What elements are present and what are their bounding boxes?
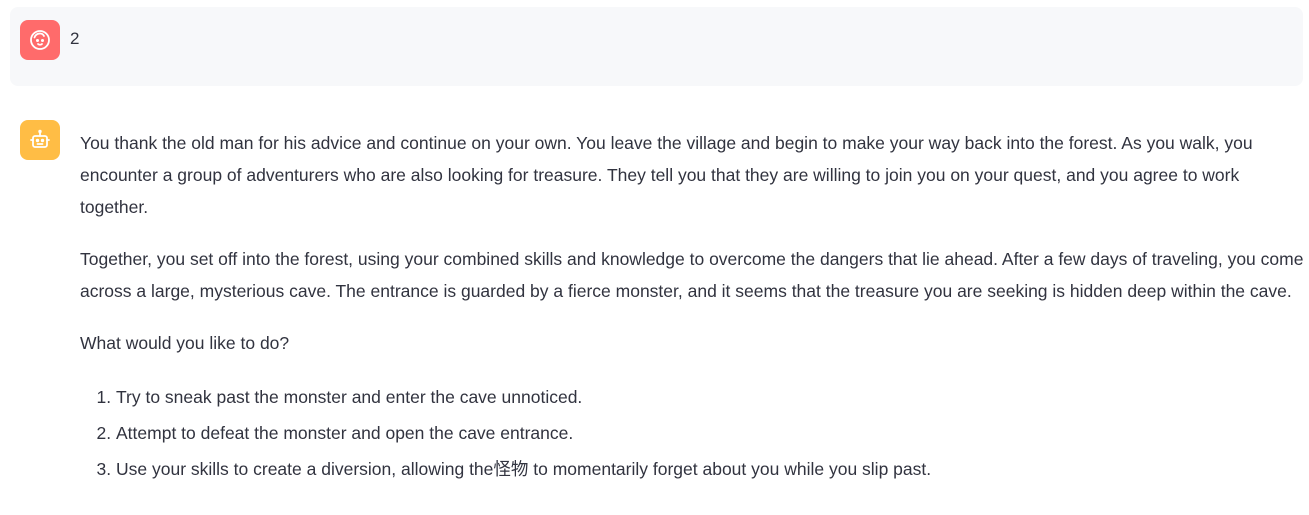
assistant-paragraph: Together, you set off into the forest, u… [80, 249, 1304, 301]
robot-icon [30, 129, 50, 148]
user-message [10, 7, 1303, 86]
option-item: Attempt to defeat the monster and open t… [116, 415, 1305, 451]
assistant-paragraph: You thank the old man for his advice and… [80, 133, 1253, 217]
user-face-icon [30, 30, 50, 50]
assistant-avatar [20, 120, 60, 160]
assistant-message: You thank the old man for his advice and… [80, 127, 1305, 487]
user-avatar [20, 20, 60, 60]
option-item: Use your skills to create a diversion, a… [116, 451, 1305, 487]
user-message-text: 2 [70, 29, 80, 48]
options-list: Try to sneak past the monster and enter … [80, 379, 1305, 487]
option-item: Try to sneak past the monster and enter … [116, 379, 1305, 415]
assistant-paragraph: What would you like to do? [80, 333, 290, 353]
